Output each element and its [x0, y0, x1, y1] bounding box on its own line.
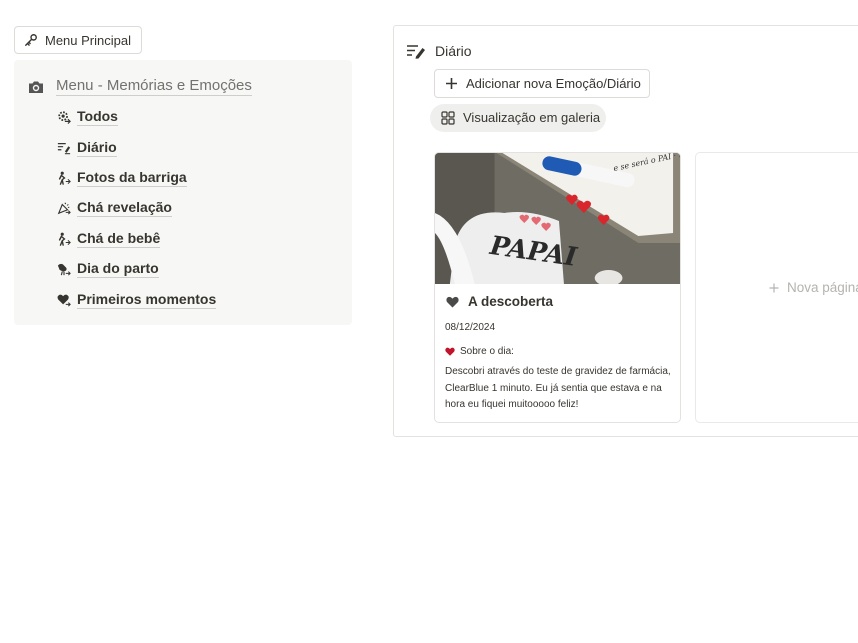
sidebar-item-label: Dia do parto	[77, 260, 159, 279]
new-page-card[interactable]: Nova página	[695, 152, 858, 423]
new-page-button[interactable]: Nova página	[769, 280, 858, 295]
card-about-label: Sobre o dia:	[445, 346, 514, 357]
card-title: A descoberta	[446, 294, 553, 309]
sidebar-item-cha-revelacao[interactable]: Chá revelação	[57, 193, 216, 223]
pregnant-icon	[58, 171, 71, 185]
sidebar-item-dia-parto[interactable]: Dia do parto	[57, 254, 216, 284]
gear-heart-icon	[58, 111, 71, 125]
gallery-grid-icon	[441, 111, 455, 125]
card-date: 08/12/2024	[445, 322, 496, 333]
gallery-card-a-descoberta[interactable]: e se será o PAI · mundo! PAPAI A descobe…	[434, 152, 681, 423]
stork-icon	[57, 264, 71, 276]
add-emotion-diary-label: Adicionar nova Emoção/Diário	[466, 76, 641, 91]
tab-gallery-view[interactable]: Visualização em galeria	[430, 104, 606, 132]
menu-principal-button[interactable]: Menu Principal	[14, 26, 142, 54]
sidebar-item-label: Chá de bebê	[77, 229, 161, 248]
sidebar-item-label: Todos	[77, 108, 118, 127]
confetti-icon	[57, 202, 71, 215]
sidebar-item-label: Fotos da barriga	[77, 168, 187, 187]
sidebar-item-label: Diário	[77, 138, 117, 157]
heart-icon	[57, 294, 71, 307]
sidebar-item-cha-bebe[interactable]: Chá de bebê	[57, 224, 216, 254]
new-page-label: Nova página	[787, 280, 858, 295]
card-description: Descobri através do teste de gravidez de…	[445, 366, 671, 410]
card-cover-image: e se será o PAI · mundo! PAPAI	[435, 153, 680, 284]
key-icon	[25, 34, 37, 46]
plus-icon	[769, 283, 779, 292]
memories-menu-panel: Menu - Memórias e Emoções Todos Diário F…	[14, 60, 352, 325]
camera-icon	[29, 81, 43, 93]
menu-principal-label: Menu Principal	[45, 32, 131, 48]
sidebar-item-todos[interactable]: Todos	[57, 102, 216, 132]
gallery-view-label: Visualização em galeria	[463, 110, 601, 125]
diary-title[interactable]: Diário	[406, 43, 472, 59]
sidebar-item-label: Chá revelação	[77, 199, 172, 218]
red-heart-icon	[445, 347, 455, 356]
sidebar-item-primeiros-momentos[interactable]: Primeiros momentos	[57, 284, 217, 314]
sidebar-item-diario[interactable]: Diário	[57, 132, 216, 162]
heart-icon	[446, 296, 459, 307]
sidebar-item-label: Primeiros momentos	[77, 290, 217, 309]
diary-database-panel: Diário Adicionar nova Emoção/Diário Visu…	[393, 25, 858, 437]
sidebar-item-fotos-barriga[interactable]: Fotos da barriga	[57, 163, 216, 193]
edit-list-icon	[407, 45, 425, 59]
card-about-text: Sobre o dia:	[460, 346, 514, 357]
diary-list-icon	[57, 142, 71, 154]
card-title-label: A descoberta	[468, 294, 554, 309]
pregnant-icon	[58, 232, 71, 246]
memories-menu-header[interactable]: Menu - Memórias e Emoções	[28, 77, 252, 96]
memories-menu-list: Todos Diário Fotos da barriga Chá revela…	[57, 102, 217, 315]
memories-menu-title: Menu - Memórias e Emoções	[56, 77, 252, 96]
plus-icon	[446, 78, 457, 89]
diary-title-label: Diário	[435, 43, 472, 59]
add-emotion-diary-button[interactable]: Adicionar nova Emoção/Diário	[434, 69, 650, 98]
